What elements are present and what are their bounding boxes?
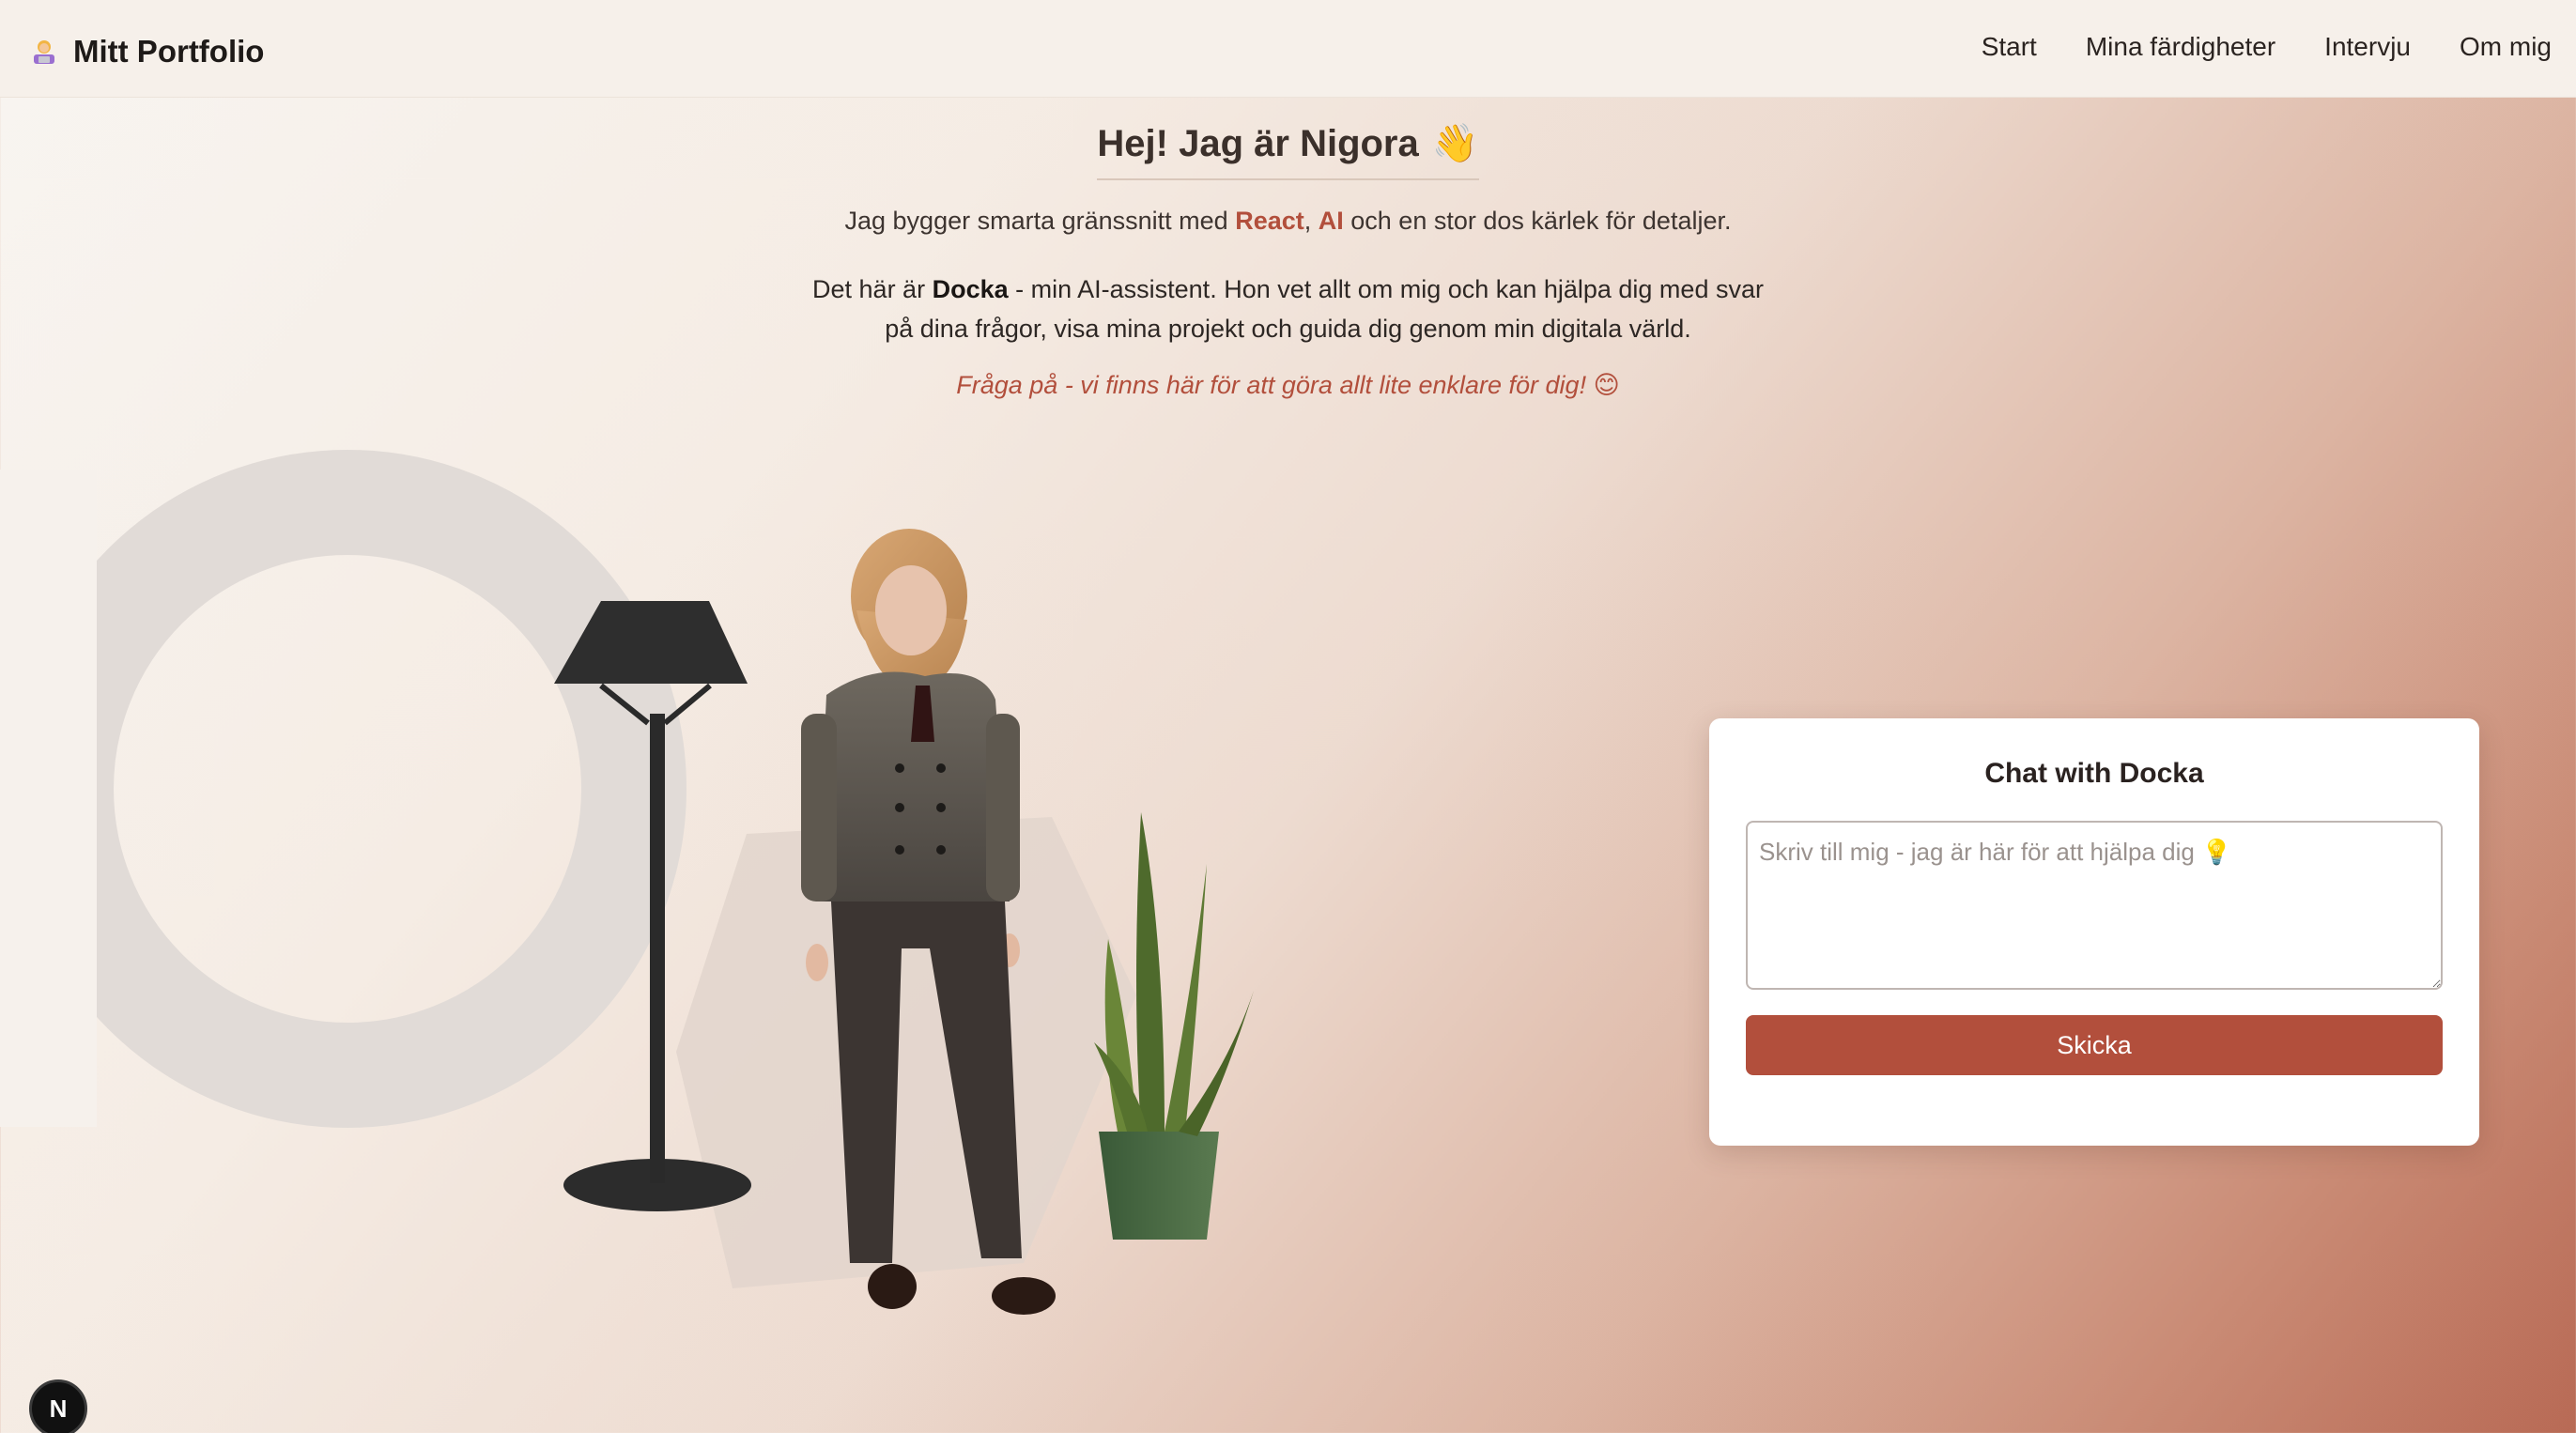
potted-plant-object	[1094, 812, 1254, 1240]
assistant-name: Docka	[932, 275, 1009, 303]
nav-link-interview[interactable]: Intervju	[2324, 32, 2411, 62]
assistant-description: Det här är Docka - min AI-assistent. Hon…	[800, 270, 1777, 348]
send-button[interactable]: Skicka	[1746, 1015, 2443, 1075]
chat-panel: Chat with Docka Skicka	[1709, 718, 2479, 1146]
nav-link-start[interactable]: Start	[1982, 32, 2037, 62]
waving-hand-icon: 👋	[1431, 123, 1479, 164]
intro-text: Jag bygger smarta gränssnitt med React, …	[0, 207, 2576, 236]
intro-tech-ai: AI	[1318, 207, 1344, 235]
page-title: Hej! Jag är Nigora 👋	[1097, 121, 1479, 180]
floor-lamp-object	[554, 601, 751, 1211]
page-title-text: Hej! Jag är Nigora	[1097, 123, 1419, 164]
assistant-suffix: - min AI-assistent. Hon vet allt om mig …	[885, 275, 1764, 343]
background-cube-shape	[676, 817, 1136, 1288]
nav-link-about[interactable]: Om mig	[2460, 32, 2552, 62]
chat-message-input[interactable]	[1746, 821, 2443, 990]
dev-badge-label: N	[49, 1394, 68, 1423]
assistant-prefix: Det här är	[812, 275, 933, 303]
top-navigation-bar: Mitt Portfolio Start Mina färdigheter In…	[0, 0, 2576, 98]
invite-text: Fråga på - vi finns här för att göra all…	[956, 371, 1620, 399]
docka-avatar-figure	[801, 529, 1056, 1315]
intro-separator: ,	[1303, 207, 1319, 235]
woman-technologist-icon	[30, 38, 58, 66]
main-nav: Start Mina färdigheter Intervju Om mig	[1982, 32, 2552, 62]
brand[interactable]: Mitt Portfolio	[30, 34, 264, 69]
nav-link-skills[interactable]: Mina färdigheter	[2086, 32, 2275, 62]
hero-section: Hej! Jag är Nigora 👋 Jag bygger smarta gr…	[0, 97, 2576, 400]
intro-suffix: och en stor dos kärlek för detaljer.	[1343, 207, 1732, 235]
nextjs-dev-indicator-icon[interactable]: N	[29, 1379, 87, 1433]
brand-label: Mitt Portfolio	[73, 34, 265, 69]
background-ring-shape	[0, 450, 686, 1128]
chat-title: Chat with Docka	[1984, 758, 2204, 789]
intro-tech-react: React	[1235, 207, 1304, 235]
intro-prefix: Jag bygger smarta gränssnitt med	[844, 207, 1236, 235]
